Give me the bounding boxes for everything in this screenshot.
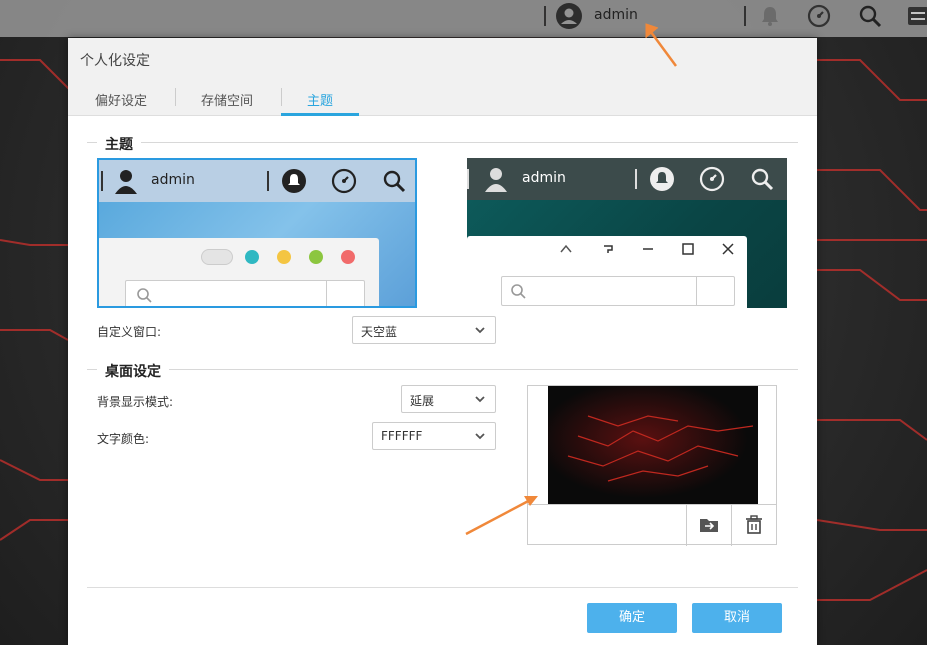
tab-storage[interactable]: 存储空间 (201, 90, 253, 109)
preview-topbar: admin (99, 160, 415, 202)
maximize-icon (682, 243, 694, 255)
trash-icon (746, 515, 762, 534)
preview-separator (267, 171, 269, 191)
bell-icon (649, 166, 675, 192)
dashboard-icon (699, 166, 725, 192)
preview-pill (201, 249, 233, 265)
theme-preview-dark[interactable]: admin (467, 158, 787, 308)
personalization-dialog: 个人化设定 偏好设定 存储空间 主题 主题 admin admin 自定义窗口:… (68, 38, 817, 645)
bg-mode-label: 背景显示模式: (97, 395, 174, 409)
preview-window (99, 238, 379, 306)
preview-dot (245, 250, 259, 264)
chevron-up-icon (560, 244, 572, 253)
tab-preferences[interactable]: 偏好设定 (95, 90, 147, 109)
topbar-separator (544, 6, 546, 26)
help-icon (604, 245, 613, 253)
section-divider (87, 369, 798, 370)
preview-topbar: admin (467, 158, 787, 200)
delete-wallpaper-button[interactable] (731, 505, 776, 546)
preview-separator (101, 171, 103, 191)
annotation-arrow (645, 23, 678, 67)
folder-swap-icon (700, 519, 718, 532)
custom-window-value: 天空蓝 (361, 325, 398, 339)
bell-icon[interactable] (758, 4, 782, 28)
dialog-header: 个人化设定 偏好设定 存储空间 主题 (68, 38, 817, 116)
wallpaper-actions (528, 504, 776, 546)
text-color-label: 文字颜色: (97, 432, 150, 446)
tab-theme[interactable]: 主题 (307, 90, 333, 109)
section-divider (87, 142, 798, 143)
user-icon (483, 166, 509, 192)
preview-window (467, 236, 747, 308)
preview-username: admin (522, 170, 566, 186)
chevron-down-icon (475, 433, 485, 440)
tab-separator (281, 88, 282, 106)
topbar-username[interactable]: admin (594, 7, 638, 23)
change-wallpaper-button[interactable] (686, 505, 731, 546)
custom-window-select[interactable]: 天空蓝 (352, 316, 496, 344)
preview-filter (696, 277, 734, 305)
wallpaper-preview[interactable] (548, 386, 758, 504)
bg-mode-value: 延展 (410, 394, 435, 408)
annotation-arrow (465, 496, 538, 536)
theme-preview-light[interactable]: admin (97, 158, 417, 308)
ok-button[interactable]: 确定 (587, 603, 677, 633)
bell-icon (281, 168, 307, 194)
dashboard-icon (331, 168, 357, 194)
settings-icon[interactable] (906, 4, 927, 28)
bg-mode-select[interactable]: 延展 (401, 385, 496, 413)
preview-username: admin (151, 172, 195, 188)
wallpaper-box (527, 385, 777, 546)
chevron-down-icon (475, 396, 485, 403)
chevron-down-icon (475, 327, 485, 334)
preview-separator (635, 169, 637, 189)
cancel-button[interactable]: 取消 (692, 603, 782, 633)
preview-search (501, 276, 735, 306)
section-title-theme: 主题 (97, 134, 141, 154)
user-icon (113, 168, 139, 194)
dashboard-icon[interactable] (807, 4, 831, 28)
section-title-desktop: 桌面设定 (97, 361, 169, 381)
close-icon (722, 243, 734, 255)
search-icon (749, 166, 775, 192)
search-icon (381, 168, 407, 194)
text-color-value: FFFFFF (381, 429, 423, 443)
preview-dot (277, 250, 291, 264)
minimize-icon (643, 248, 653, 250)
topbar-separator (744, 6, 746, 26)
footer-divider (87, 587, 798, 588)
preview-dot (309, 250, 323, 264)
preview-dot (341, 250, 355, 264)
custom-window-label: 自定义窗口: (97, 325, 162, 339)
user-icon[interactable] (556, 3, 582, 29)
preview-filter (326, 281, 364, 306)
search-icon[interactable] (858, 4, 882, 28)
top-bar: admin (0, 0, 927, 37)
preview-search (125, 280, 365, 306)
preview-separator (467, 169, 469, 189)
dialog-title: 个人化设定 (80, 53, 150, 69)
text-color-select[interactable]: FFFFFF (372, 422, 496, 450)
tab-separator (175, 88, 176, 106)
active-tab-indicator (281, 113, 359, 116)
